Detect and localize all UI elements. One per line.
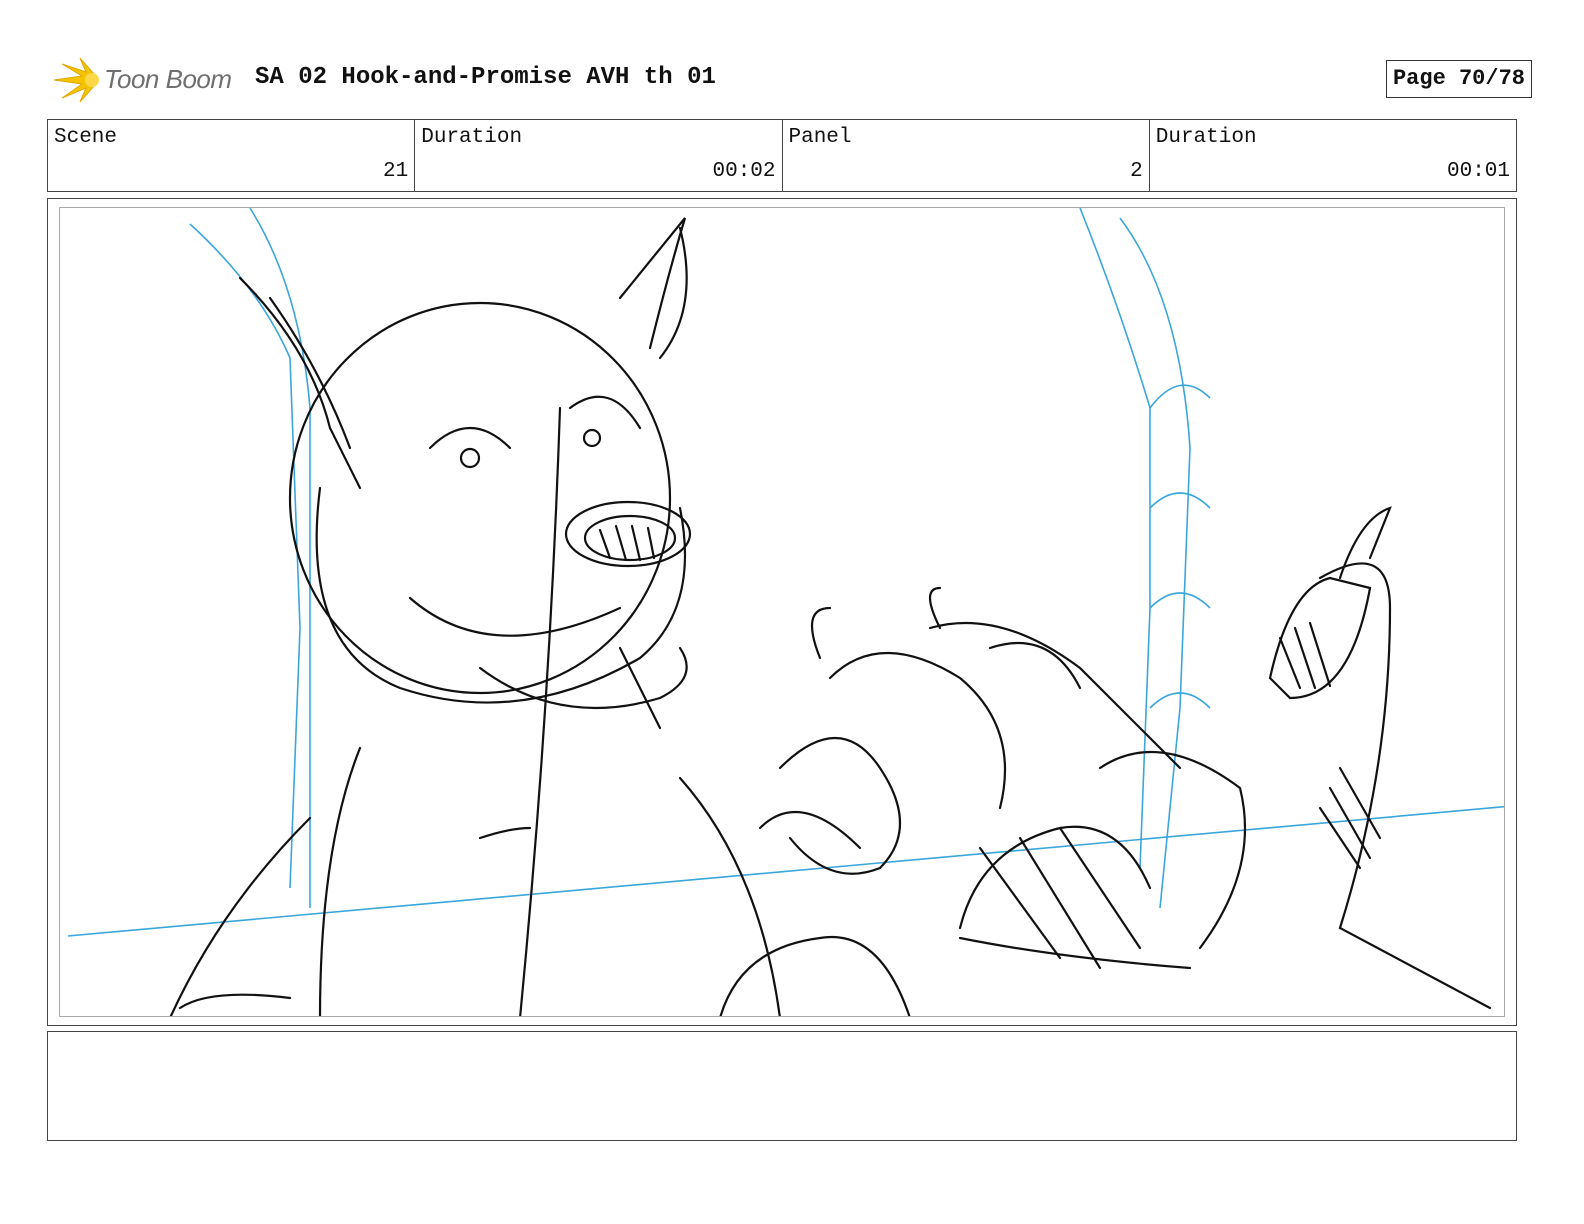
scene-label: Scene xyxy=(54,126,118,149)
scene-duration-value: 00:02 xyxy=(712,160,776,183)
panel-label: Panel xyxy=(788,126,852,149)
panel-duration-label: Duration xyxy=(1155,126,1257,149)
panel-value: 2 xyxy=(1130,160,1143,183)
panel-duration-value: 00:01 xyxy=(1446,160,1510,183)
sketch-drawing xyxy=(67,208,1504,1016)
panel-cell: Panel 2 xyxy=(783,120,1150,191)
panel-drawing-area xyxy=(59,207,1505,1017)
panel-duration-cell: Duration 00:01 xyxy=(1150,120,1516,191)
panel-notes xyxy=(47,1031,1517,1141)
page-number: Page 70/78 xyxy=(1385,60,1532,98)
storyboard-panel xyxy=(47,198,1517,1026)
panel-info-row: Scene 21 Duration 00:02 Panel 2 Duration… xyxy=(47,119,1517,192)
character-sketch xyxy=(169,217,1492,1016)
scene-cell: Scene 21 xyxy=(48,120,416,191)
scene-value: 21 xyxy=(383,160,409,183)
logo-text: Toon Boom xyxy=(104,64,232,94)
scene-duration-cell: Duration 00:02 xyxy=(415,120,783,191)
scene-duration-label: Duration xyxy=(421,126,523,149)
flame-icon xyxy=(53,57,99,103)
toon-boom-logo: Toon Boom xyxy=(52,56,242,106)
document-title: SA 02 Hook-and-Promise AVH th 01 xyxy=(255,64,716,91)
page-header: Toon Boom SA 02 Hook-and-Promise AVH th … xyxy=(52,54,1532,108)
